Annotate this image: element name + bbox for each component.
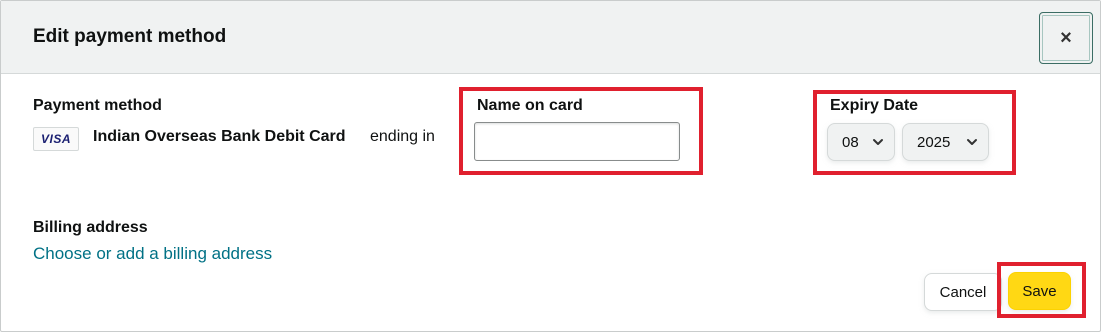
name-on-card-label: Name on card [477,97,583,114]
billing-address-label: Billing address [33,219,148,236]
cancel-button[interactable]: Cancel [924,273,1002,311]
card-name: Indian Overseas Bank Debit Card [93,128,346,145]
payment-method-label: Payment method [33,97,162,114]
expiry-month-select[interactable]: 08 [827,123,895,161]
expiry-year-select[interactable]: 2025 [902,123,989,161]
expiry-year-value: 2025 [917,133,951,151]
expiry-date-label: Expiry Date [830,97,919,114]
expiry-month-value: 08 [842,133,859,151]
chevron-down-icon [873,139,883,145]
close-button[interactable]: × [1039,12,1093,64]
choose-billing-address-link[interactable]: Choose or add a billing address [33,244,272,264]
dialog-header: Edit payment method × [1,1,1100,74]
save-button[interactable]: Save [1008,272,1071,310]
name-on-card-input[interactable] [474,122,680,161]
close-icon: × [1060,27,1072,49]
edit-payment-dialog: Edit payment method × Payment method VIS… [0,0,1101,332]
chevron-down-icon [967,139,977,145]
visa-logo-icon: VISA [33,127,79,151]
card-ending-text: ending in [370,128,435,145]
dialog-title: Edit payment method [33,26,227,47]
